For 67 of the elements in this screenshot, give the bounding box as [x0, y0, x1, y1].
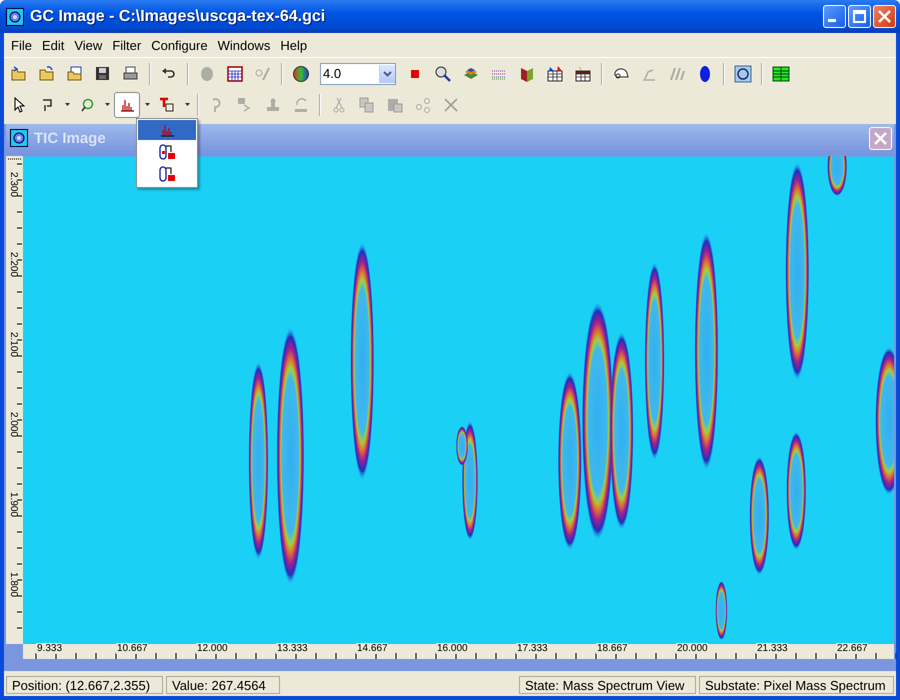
- copy-icon: [358, 96, 376, 114]
- app-icon: [10, 129, 28, 147]
- folder-window-icon: [66, 64, 84, 82]
- axis-label: 2.300: [7, 172, 20, 198]
- menu-item[interactable]: File: [6, 38, 37, 52]
- axis-label: 9.333: [36, 643, 62, 654]
- axis-label: 14.667: [356, 643, 388, 654]
- caret-icon: [144, 103, 150, 106]
- axis-label: 17.333: [516, 643, 548, 654]
- calendar-icon: [226, 64, 244, 82]
- menu-item[interactable]: Configure: [146, 38, 213, 52]
- slashes-icon: [668, 64, 686, 82]
- table-icon: [574, 64, 592, 82]
- peak-spot: [715, 580, 728, 640]
- menu-item[interactable]: Help: [275, 38, 312, 52]
- child-window-title: TIC Image: [34, 130, 106, 146]
- open-folder-icon: [38, 64, 56, 82]
- caret-icon: [64, 103, 70, 106]
- axis-label: 10.667: [116, 643, 148, 654]
- axis-label: 12.000: [196, 643, 228, 654]
- gear-disk-icon: [734, 64, 752, 82]
- stamp-icon: [264, 96, 282, 114]
- axis-label: 16.000: [436, 643, 468, 654]
- value-status: Value: 267.4564: [166, 676, 280, 694]
- state-status: State: Mass Spectrum View: [519, 676, 696, 694]
- caret-icon: [104, 103, 110, 106]
- caret-icon: [383, 70, 392, 76]
- menu-item[interactable]: Edit: [36, 38, 70, 52]
- histogram-button[interactable]: [114, 92, 140, 118]
- app-icon: [6, 8, 24, 26]
- magnifier-icon: [434, 64, 452, 82]
- table-icon: [546, 64, 564, 82]
- axis-label: 2.200: [7, 252, 20, 278]
- axis-label: 1.800: [7, 572, 20, 598]
- maximize-button[interactable]: [848, 5, 871, 28]
- window-title: GC Image - C:\Images\uscga-tex-64.gci: [30, 8, 326, 26]
- color-wheel-icon: [292, 64, 310, 82]
- close-button[interactable]: [873, 5, 896, 28]
- minimize-button[interactable]: [823, 5, 846, 28]
- circle-pencil-icon: [254, 64, 272, 82]
- axis-label: 22.667: [836, 643, 868, 654]
- save-icon: [94, 64, 112, 82]
- print-icon: [122, 64, 140, 82]
- peak-spot: [827, 156, 848, 196]
- spreadsheet-icon: [772, 64, 790, 82]
- axis-label: 2.000: [7, 412, 20, 438]
- text-frame-icon: [158, 96, 176, 114]
- axis-label: 2.100: [7, 332, 20, 358]
- blob-icon: [198, 64, 216, 82]
- nodes-icon: [414, 96, 432, 114]
- axis-label: 21.333: [756, 643, 788, 654]
- close-icon: [442, 96, 460, 114]
- zoom-combo[interactable]: 4.0: [320, 62, 396, 84]
- minimize-icon: [828, 19, 836, 22]
- caret-icon: [184, 103, 190, 106]
- open-folder-icon: [10, 64, 28, 82]
- substate-status: Substate: Pixel Mass Spectrum: [699, 676, 894, 694]
- vial-chart-icon: [158, 165, 176, 183]
- axis-label: 1.900: [7, 492, 20, 518]
- position-status: Position: (12.667,2.355): [6, 676, 163, 694]
- menu-item[interactable]: Windows: [212, 38, 276, 52]
- axis-label: 18.667: [596, 643, 628, 654]
- vial-chart-icon: [158, 143, 176, 161]
- axis-label: 13.333: [276, 643, 308, 654]
- axis-label: 20.000: [676, 643, 708, 654]
- menu-item[interactable]: Filter: [107, 38, 146, 52]
- menu-item[interactable]: View: [69, 38, 108, 52]
